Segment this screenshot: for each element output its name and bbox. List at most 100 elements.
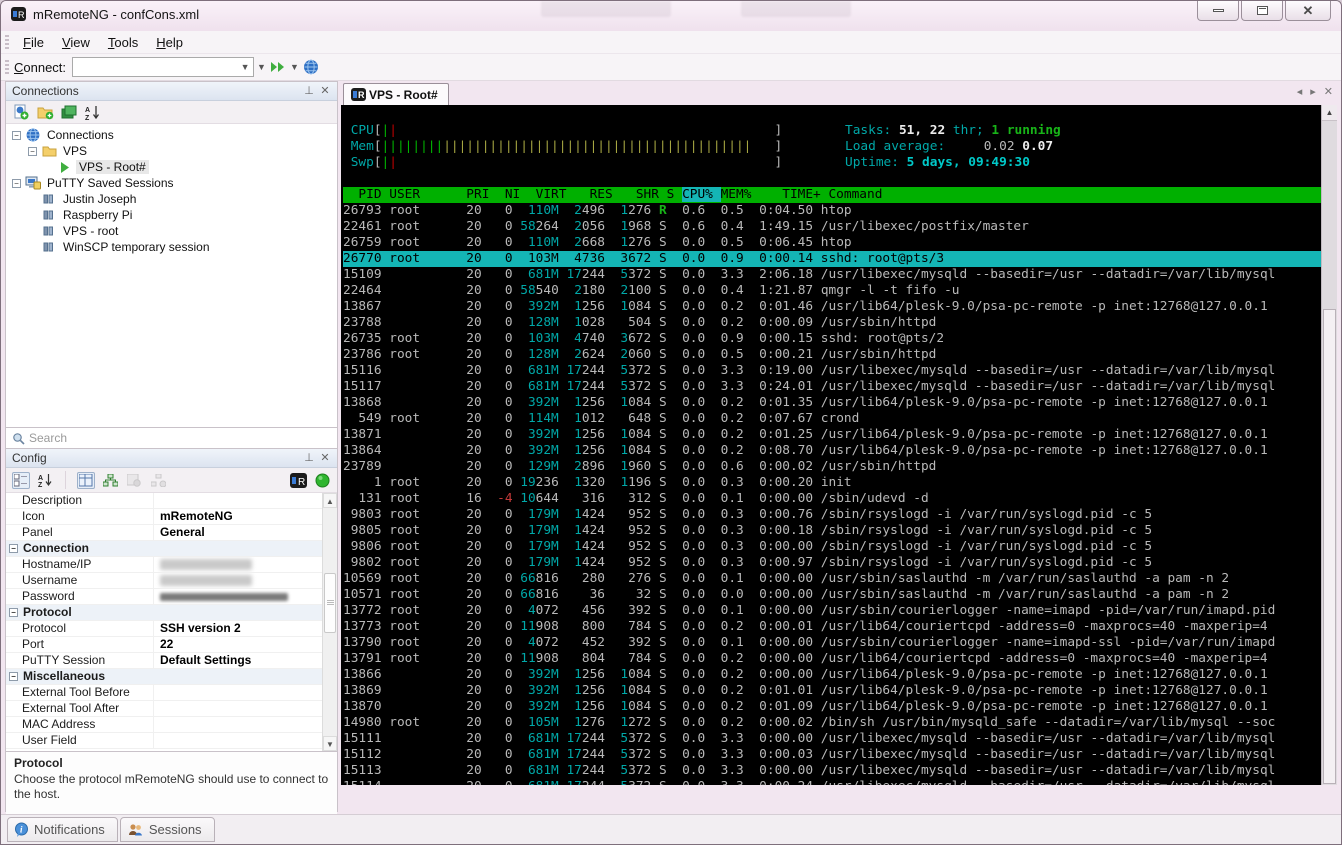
property-value[interactable] — [154, 733, 322, 748]
pin-icon[interactable]: ⊥ — [301, 84, 317, 99]
close-icon[interactable]: ✕ — [317, 451, 333, 466]
tree-item-vps[interactable]: − VPS — [6, 143, 337, 159]
maximize-button[interactable] — [1241, 1, 1283, 21]
search-input[interactable] — [29, 431, 333, 445]
htop-column-header[interactable]: PID USER PRI NI VIRT RES SHR S CPU% MEM%… — [343, 187, 1321, 203]
chevron-down-icon[interactable]: ▼ — [237, 58, 253, 76]
property-row-username[interactable]: Username — [6, 573, 322, 589]
tree-item-raspberry-pi[interactable]: Raspberry Pi — [6, 207, 337, 223]
scroll-down-icon[interactable]: ▼ — [323, 736, 337, 751]
connection-status-icon[interactable] — [313, 472, 331, 489]
property-row-mac-address[interactable]: MAC Address — [6, 717, 322, 733]
stats-line: Uptime: 5 days, 09:49:30 — [845, 155, 1030, 170]
statusbar-tab-sessions[interactable]: Sessions — [119, 817, 215, 842]
process-row: 23786 root 20 0 128M 2624 2060 S 0.0 0.5… — [343, 347, 937, 362]
property-row-panel[interactable]: Panel General — [6, 525, 322, 541]
property-value[interactable] — [154, 589, 322, 604]
terminal-scrollbar[interactable]: ▲ — [1321, 105, 1337, 785]
process-row: 13791 root 20 0 11908 804 784 S 0.0 0.2 … — [343, 651, 1268, 666]
property-value[interactable] — [154, 701, 322, 716]
property-value[interactable]: Default Settings — [154, 653, 322, 668]
scrollbar-thumb[interactable] — [324, 573, 336, 633]
quick-connect-button[interactable] — [269, 59, 287, 76]
property-grid-scrollbar[interactable]: ▲ ▼ — [322, 493, 337, 751]
tree-item-justin-joseph[interactable]: Justin Joseph — [6, 191, 337, 207]
property-value[interactable] — [154, 573, 322, 588]
close-button[interactable]: ✕ — [1285, 1, 1331, 21]
scroll-up-icon[interactable]: ▲ — [323, 493, 337, 508]
property-row-port[interactable]: Port 22 — [6, 637, 322, 653]
globe-toolbar-icon[interactable] — [302, 59, 320, 76]
category-expander-icon[interactable]: − — [9, 608, 18, 617]
connect-combobox[interactable]: ▼ — [72, 57, 255, 77]
property-row-connection[interactable]: − Connection — [6, 541, 322, 557]
pin-icon[interactable]: ⊥ — [301, 451, 317, 466]
chevron-down-icon[interactable]: ▼ — [287, 62, 302, 72]
menu-item-tools[interactable]: Tools — [99, 32, 147, 53]
scroll-up-icon[interactable]: ▲ — [1322, 105, 1337, 121]
background-window-fragment — [741, 1, 851, 17]
session-tab-vps-root[interactable]: R VPS - Root# — [343, 83, 449, 105]
tab-scroll-right-icon[interactable]: ▸ — [1310, 85, 1316, 98]
property-value[interactable]: General — [154, 525, 322, 540]
property-row-external-tool-after[interactable]: External Tool After — [6, 701, 322, 717]
property-row-icon[interactable]: Icon mRemoteNG — [6, 509, 322, 525]
sort-az-icon[interactable]: AZ — [84, 104, 102, 121]
property-row-hostname-ip[interactable]: Hostname/IP — [6, 557, 322, 573]
tree-item-winscp-temporary-session[interactable]: WinSCP temporary session — [6, 239, 337, 255]
process-row: 549 root 20 0 114M 1012 648 S 0.0 0.2 0:… — [343, 411, 860, 426]
scrollbar-thumb[interactable] — [1323, 309, 1336, 784]
category-expander-icon[interactable]: − — [9, 672, 18, 681]
property-row-user-field[interactable]: User Field — [6, 733, 322, 749]
menu-item-help[interactable]: Help — [147, 32, 192, 53]
tree-expander-icon[interactable]: − — [12, 178, 21, 188]
property-row-protocol[interactable]: Protocol SSH version 2 — [6, 621, 322, 637]
tab-scroll-left-icon[interactable]: ◂ — [1297, 85, 1303, 98]
process-row: 13866 20 0 392M 1256 1084 S 0.0 0.2 0:00… — [343, 667, 1268, 682]
property-row-protocol[interactable]: − Protocol — [6, 605, 322, 621]
close-icon[interactable]: ✕ — [317, 84, 333, 99]
tree-item-label: Raspberry Pi — [63, 208, 133, 222]
panels-icon[interactable] — [60, 104, 78, 121]
new-connection-icon[interactable] — [12, 104, 30, 121]
property-row-password[interactable]: Password — [6, 589, 322, 605]
titlebar[interactable]: R mRemoteNG - confCons.xml ✕ — [1, 1, 1341, 31]
property-value[interactable]: mRemoteNG — [154, 509, 322, 524]
process-row-selected: 26770 root 20 0 103M 4736 3672 S 0.0 0.9… — [343, 251, 1321, 267]
tab-close-icon[interactable]: ✕ — [1324, 85, 1333, 98]
property-value[interactable]: SSH version 2 — [154, 621, 322, 636]
column-header-mem: MEM% — [720, 187, 760, 202]
show-properties-icon[interactable] — [77, 471, 95, 489]
menu-item-view[interactable]: View — [53, 32, 99, 53]
terminal[interactable]: CPU[|| ] Tasks: 51, 22 thr; 1 running Mem… — [341, 105, 1337, 785]
property-value[interactable] — [154, 717, 322, 732]
property-row-miscellaneous[interactable]: − Miscellaneous — [6, 669, 322, 685]
property-row-putty-session[interactable]: PuTTY Session Default Settings — [6, 653, 322, 669]
category-expander-icon[interactable]: − — [9, 544, 18, 553]
alphabetical-view-icon[interactable]: AZ — [36, 472, 54, 489]
search-box[interactable] — [6, 427, 337, 449]
statusbar-tab-notifications[interactable]: i Notifications — [7, 817, 118, 842]
session-tabbar: R VPS - Root# ◂ ▸ ✕ — [341, 81, 1337, 105]
property-row-external-tool-before[interactable]: External Tool Before — [6, 685, 322, 701]
tree-item-vps-root[interactable]: VPS - root — [6, 223, 337, 239]
tree-item-connections[interactable]: − Connections — [6, 127, 337, 143]
chevron-down-icon[interactable]: ▼ — [254, 62, 269, 72]
new-folder-icon[interactable] — [36, 104, 54, 121]
property-row-description[interactable]: Description — [6, 493, 322, 509]
tree-item-vps-root[interactable]: VPS - Root# — [6, 159, 337, 175]
property-value[interactable]: 22 — [154, 637, 322, 652]
tree-expander-icon[interactable]: − — [28, 146, 37, 156]
mremoteng-properties-icon[interactable]: R — [289, 472, 307, 489]
show-inheritance-icon[interactable] — [101, 472, 119, 489]
categorized-view-icon[interactable] — [12, 471, 30, 489]
property-description-title: Protocol — [14, 756, 63, 770]
column-header-time: TIME+ — [759, 187, 829, 202]
tree-expander-icon[interactable]: − — [12, 130, 21, 140]
property-value[interactable] — [154, 557, 322, 572]
property-value[interactable] — [154, 685, 322, 700]
tree-item-putty-saved-sessions[interactable]: − PuTTY Saved Sessions — [6, 175, 337, 191]
menu-item-file[interactable]: File — [14, 32, 53, 53]
minimize-button[interactable] — [1197, 1, 1239, 21]
property-value[interactable] — [154, 493, 322, 508]
